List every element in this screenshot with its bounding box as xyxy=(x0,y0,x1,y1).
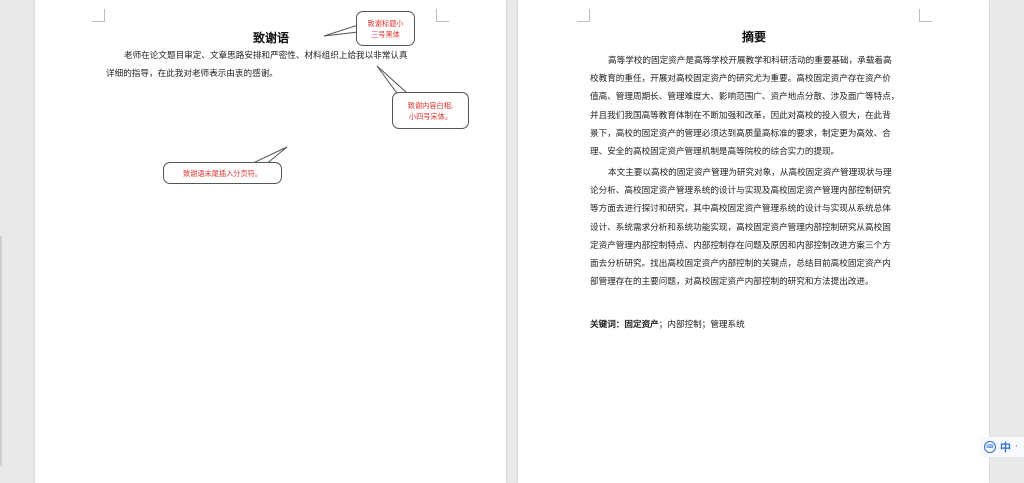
keywords-label: 关键词：固定资产 xyxy=(590,320,659,330)
keywords-values: ；内部控制；管理系统 xyxy=(658,320,745,330)
body-line: 定资产管理内部控制特点、内部控制存在问题及原因和内部控制改进方案三个方 xyxy=(590,240,891,251)
abstract-title: 摘要 xyxy=(742,30,767,44)
body-line: 部管理存在的主要问题，对高校固定资产内部控制的研究和方法提出改进。 xyxy=(590,277,874,288)
abstract-paragraph-2: 本文主要以高校的固定资产管理为研究对象，从高校固定资产管理现状与理 论分析、高校… xyxy=(590,164,892,291)
ime-language-label[interactable]: 中 xyxy=(1000,439,1011,455)
body-line: 高等学校的固定资产是高等学校开展教学和科研活动的重要基础，承载着高 xyxy=(608,56,892,66)
callout-body-format: 致谢内容白相, 小四号宋体。 xyxy=(392,92,469,129)
callout-line: 致谢语末尾插入分页符。 xyxy=(182,168,263,178)
body-line: 等方面去进行探讨和研究，其中高校固定资产管理系统的设计与实现从系统总体 xyxy=(590,204,891,215)
body-line: 并且我们我国高等教育体制在不断加强和改革，因此对高校的投入很大，在此背 xyxy=(590,110,891,121)
body-line: 景下，高校的固定资产的管理必须达到高质量高标准的要求，制定更为高效、合 xyxy=(590,128,891,139)
ime-more-icon[interactable]: · xyxy=(1015,442,1018,452)
abstract-paragraph-1: 高等学校的固定资产是高等学校开展教学和科研活动的重要基础，承载着高 校教育的重任… xyxy=(590,52,899,161)
keywords-line: 关键词：固定资产；内部控制；管理系统 xyxy=(590,318,745,330)
callout-title-format: 致谢标题小 三号黑体 xyxy=(356,11,415,46)
callout-line: 致谢内容白相, xyxy=(407,100,454,110)
body-line: 校教育的重任，开展对高校固定资产的研究尤为重要。高校固定资产存在资产价 xyxy=(590,74,891,85)
document-page-abstract[interactable]: 摘要 高等学校的固定资产是高等学校开展教学和科研活动的重要基础，承载着高 校教育… xyxy=(518,0,989,483)
callout-line: 三号黑体 xyxy=(371,29,400,39)
body-line: 论分析、高校固定资产管理系统的设计与实现及高校固定资产管理内部控制研究 xyxy=(590,186,891,197)
keyboard-icon[interactable]: ⌨ xyxy=(984,441,996,453)
margin-corner-top-right xyxy=(919,9,932,22)
callout-page-break: 致谢语末尾插入分页符。 xyxy=(163,162,282,184)
margin-corner-top-left xyxy=(577,9,590,22)
document-page-acknowledgement[interactable]: 致谢语 老师在论文题目审定、文章思路安排和严密性、材料组织上给我以非常认真 详细… xyxy=(35,0,506,483)
window-edge xyxy=(0,236,2,466)
body-line: 值高、管理周期长、管理难度大、影响范围广、资产地点分散、涉及面广等特点， xyxy=(590,92,900,103)
body-line: 设计、系统需求分析和系统功能实现，高校固定资产管理内部控制研究从高校固 xyxy=(590,222,891,233)
ime-indicator[interactable]: ⌨ 中 · xyxy=(980,437,1024,457)
scroll-area[interactable] xyxy=(990,0,1024,483)
body-line: 面去分析研究。找出高校固定资产内部控制的关键点，总结目前高校固定资产内 xyxy=(590,259,891,270)
callout-line: 小四号宋体。 xyxy=(408,111,453,121)
body-line: 理、安全的高校固定资产管理机制是高等院校的综合实力的提现。 xyxy=(590,147,840,158)
callout-tails xyxy=(251,24,408,166)
callout-line: 致谢标题小 xyxy=(367,18,404,28)
body-line: 本文主要以高校的固定资产管理为研究对象，从高校固定资产管理现状与理 xyxy=(608,168,892,178)
